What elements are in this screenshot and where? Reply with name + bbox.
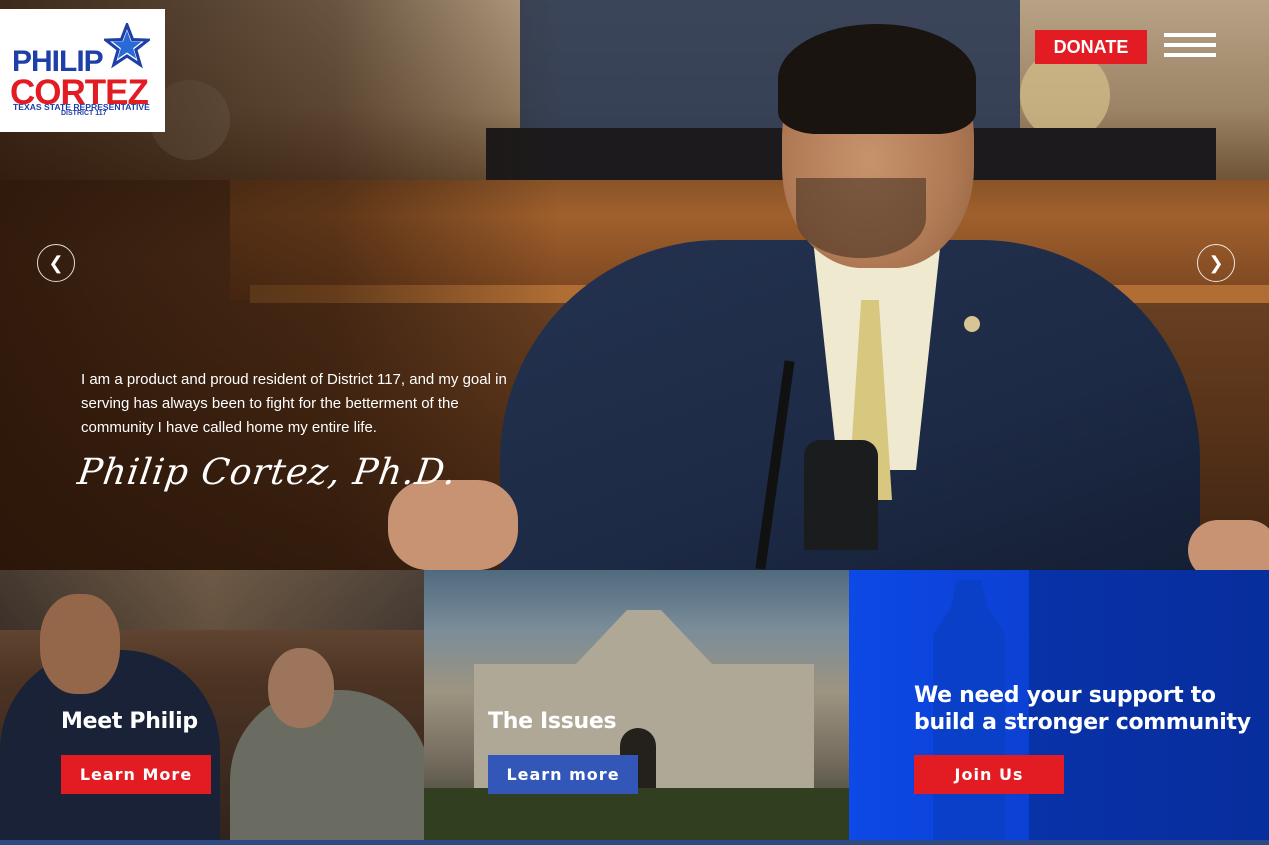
chevron-left-icon: ❮ [48, 252, 64, 273]
hamburger-menu-icon [1164, 33, 1216, 37]
star-icon [104, 23, 150, 69]
speaker-hand-right [1188, 520, 1269, 570]
hero-quote: I am a product and proud resident of Dis… [81, 371, 507, 436]
slider-next-button[interactable]: ❯ [1197, 244, 1235, 282]
card-title: The Issues [488, 709, 617, 734]
card-overlay [0, 570, 424, 840]
card-title: Meet Philip [61, 709, 198, 734]
hamburger-menu-icon [1164, 53, 1216, 57]
card-support: We need your support to build a stronger… [849, 570, 1269, 840]
hero-slider: ❮ ❯ I am a product and proud resident of… [0, 0, 1269, 570]
hamburger-menu-icon [1164, 43, 1216, 47]
lapel-pin [964, 316, 980, 332]
speaker-hair [778, 24, 976, 134]
issues-learn-more-button[interactable]: Learn more [488, 755, 638, 794]
speaker-hand-left [388, 480, 518, 570]
slider-prev-button[interactable]: ❮ [37, 244, 75, 282]
speaker-beard [796, 178, 926, 258]
site-logo[interactable]: PHILIP CORTEZ TEXAS STATE REPRESENTATIVE… [0, 9, 165, 132]
card-meet-philip: Meet Philip Learn More [0, 570, 424, 840]
signature: Philip Cortez, Ph.D. [75, 452, 460, 493]
card-overlay [424, 570, 849, 840]
menu-button[interactable] [1164, 33, 1216, 61]
footer-bar [0, 840, 1269, 845]
donate-button[interactable]: DONATE [1035, 30, 1147, 64]
join-us-button[interactable]: Join Us [914, 755, 1064, 794]
card-title: We need your support to build a stronger… [914, 683, 1251, 735]
meet-philip-learn-more-button[interactable]: Learn More [61, 755, 211, 794]
card-the-issues: The Issues Learn more [424, 570, 849, 840]
chevron-right-icon: ❯ [1208, 252, 1224, 273]
logo-district: DISTRICT 117 [61, 110, 107, 117]
microphone-box [804, 440, 878, 550]
